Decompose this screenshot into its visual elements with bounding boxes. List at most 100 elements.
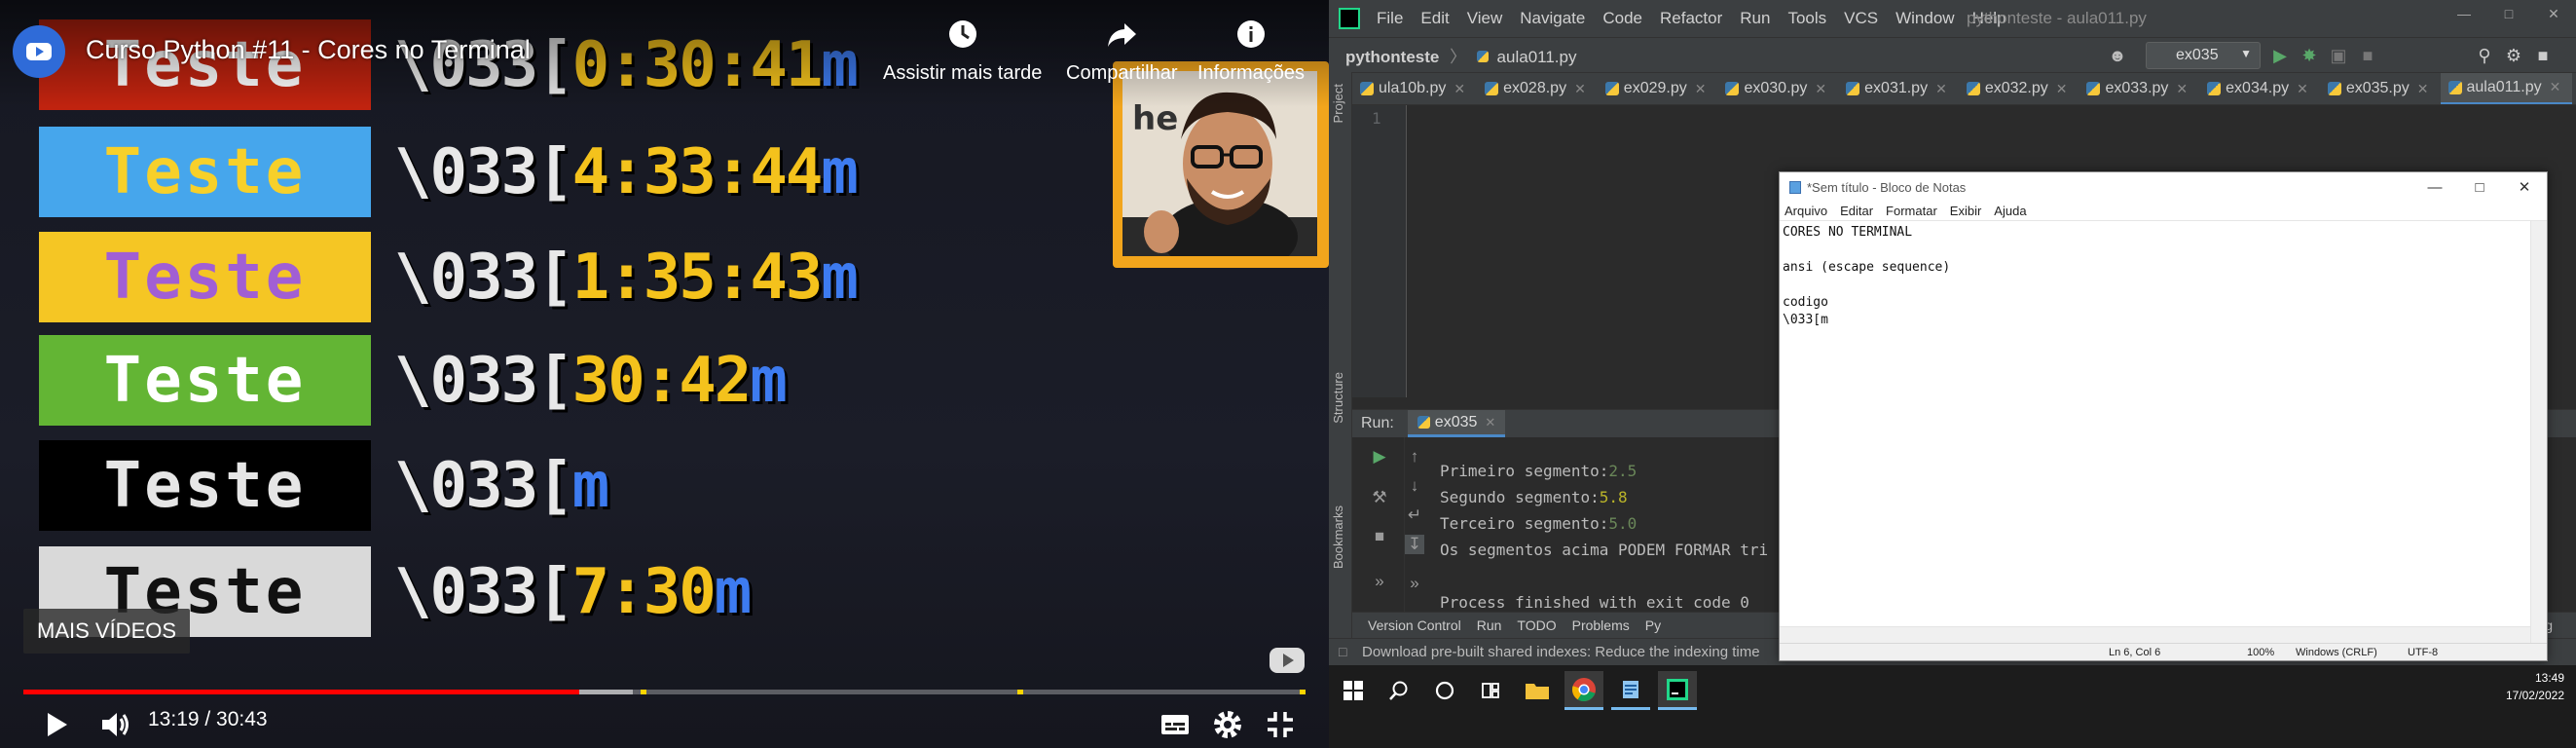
cortana-button[interactable]: [1425, 671, 1464, 710]
notepad-menu-item[interactable]: Editar: [1835, 204, 1881, 218]
notepad-titlebar[interactable]: *Sem título - Bloco de Notas — □ ✕: [1780, 172, 2547, 202]
menu-run[interactable]: Run: [1731, 9, 1779, 28]
horizontal-scrollbar[interactable]: [1780, 626, 2530, 643]
editor-tab[interactable]: ex032.py ✕: [1959, 73, 2079, 104]
run-icon[interactable]: ▶: [2270, 46, 2290, 65]
menu-navigate[interactable]: Navigate: [1511, 9, 1594, 28]
minimize-icon[interactable]: —: [2412, 172, 2457, 202]
close-icon[interactable]: ✕: [1815, 81, 1826, 97]
structure-tool-tab[interactable]: Structure: [1331, 372, 1345, 424]
scroll-down-icon[interactable]: ↓: [1405, 476, 1424, 496]
channel-avatar[interactable]: [13, 25, 65, 78]
file-explorer-button[interactable]: [1518, 671, 1557, 710]
bottom-tool-tab[interactable]: Run: [1477, 617, 1502, 633]
soft-wrap-icon[interactable]: ↵: [1405, 505, 1424, 525]
close-icon[interactable]: ✕: [1695, 81, 1707, 97]
close-icon[interactable]: ✕: [2176, 81, 2188, 97]
close-icon[interactable]: ✕: [2297, 81, 2308, 97]
editor-tab[interactable]: ex028.py ✕: [1477, 73, 1598, 104]
menu-view[interactable]: View: [1458, 9, 1512, 28]
vertical-scrollbar[interactable]: [2530, 221, 2547, 644]
info-button[interactable]: Informações: [1197, 18, 1305, 85]
wrench-icon[interactable]: ⚒: [1370, 488, 1389, 507]
pycharm-taskbar-button[interactable]: [1658, 671, 1697, 710]
stop-icon[interactable]: ■: [1370, 527, 1389, 546]
taskbar-clock[interactable]: 13:49 17/02/2022: [2506, 669, 2564, 704]
search-button[interactable]: [1380, 671, 1418, 710]
menu-file[interactable]: File: [1368, 9, 1412, 28]
close-icon[interactable]: ✕: [2417, 81, 2429, 97]
menu-tools[interactable]: Tools: [1779, 9, 1835, 28]
notepad-taskbar-button[interactable]: [1611, 671, 1650, 710]
subtitles-button[interactable]: [1159, 703, 1192, 746]
notepad-menu-item[interactable]: Formatar: [1881, 204, 1945, 218]
notepad-menu-item[interactable]: Exibir: [1945, 204, 1990, 218]
editor-tab[interactable]: ex034.py ✕: [2199, 73, 2320, 104]
close-icon[interactable]: ✕: [1574, 81, 1586, 97]
project-tool-tab[interactable]: Project: [1331, 84, 1345, 123]
menu-vcs[interactable]: VCS: [1835, 9, 1887, 28]
editor-tab[interactable]: ula10b.py ✕: [1352, 73, 1477, 104]
notepad-menu-item[interactable]: Ajuda: [1989, 204, 2034, 218]
menu-window[interactable]: Window: [1887, 9, 1963, 28]
start-button[interactable]: [1334, 671, 1373, 710]
settings-button[interactable]: [1211, 703, 1244, 746]
menu-code[interactable]: Code: [1594, 9, 1651, 28]
search-icon[interactable]: ⚲: [2475, 46, 2494, 65]
editor-tab[interactable]: ex035.py ✕: [2320, 73, 2441, 104]
progress-bar[interactable]: [23, 690, 1306, 694]
breadcrumb[interactable]: pythonteste 〉 aula011.py: [1345, 43, 1576, 67]
notepad-menu-item[interactable]: Arquivo: [1780, 204, 1835, 218]
console-output[interactable]: Primeiro segmento:2.5 Segundo segmento:5…: [1440, 437, 1768, 616]
breadcrumb-project[interactable]: pythonteste: [1345, 48, 1439, 66]
bottom-tool-tab[interactable]: Problems: [1572, 617, 1630, 633]
menu-edit[interactable]: Edit: [1412, 9, 1457, 28]
run-tab[interactable]: ex035 ✕: [1407, 410, 1506, 437]
breadcrumb-file[interactable]: aula011.py: [1497, 48, 1577, 66]
volume-button[interactable]: [98, 703, 131, 746]
miniplayer-icon[interactable]: [1269, 645, 1306, 676]
scroll-to-end-icon[interactable]: ↧: [1405, 535, 1424, 554]
status-message[interactable]: Download pre-built shared indexes: Reduc…: [1362, 644, 1760, 660]
close-icon[interactable]: ✕: [1485, 415, 1495, 430]
video-title[interactable]: Curso Python #11 - Cores no Terminal: [86, 35, 531, 65]
share-button[interactable]: Compartilhar: [1066, 18, 1177, 85]
editor-tab[interactable]: ex033.py ✕: [2079, 73, 2199, 104]
run-config-select[interactable]: ex035 ▼: [2146, 42, 2261, 69]
coverage-icon[interactable]: ▣: [2329, 46, 2348, 65]
task-view-button[interactable]: [1471, 671, 1510, 710]
bottom-tool-tab[interactable]: Version Control: [1368, 617, 1461, 633]
close-icon[interactable]: ✕: [1935, 81, 1947, 97]
bottom-tool-tab[interactable]: Py: [1645, 617, 1661, 633]
minimize-icon[interactable]: —: [2442, 0, 2486, 27]
more-icon[interactable]: »: [1405, 574, 1424, 593]
play-button[interactable]: [39, 703, 72, 746]
notepad-text-area[interactable]: CORES NO TERMINAL ansi (escape sequence)…: [1783, 224, 1950, 329]
settings-icon[interactable]: ⚙: [2504, 46, 2523, 65]
editor-tab[interactable]: ex031.py ✕: [1838, 73, 1959, 104]
more-icon[interactable]: »: [1370, 572, 1389, 591]
maximize-icon[interactable]: □: [2457, 172, 2502, 202]
close-icon[interactable]: ✕: [2502, 172, 2547, 202]
close-icon[interactable]: ✕: [2531, 0, 2576, 27]
close-icon[interactable]: ✕: [2056, 81, 2068, 97]
watch-later-button[interactable]: Assistir mais tarde: [883, 18, 1042, 85]
close-icon[interactable]: ✕: [2550, 79, 2561, 95]
menu-refactor[interactable]: Refactor: [1651, 9, 1731, 28]
notepad-window[interactable]: *Sem título - Bloco de Notas — □ ✕ Arqui…: [1779, 171, 2548, 661]
editor-tab[interactable]: aula011.py ✕: [2440, 73, 2573, 104]
video-player[interactable]: Teste\033[0:30:41mTeste\033[4:33:44mTest…: [0, 0, 1329, 748]
exit-fullscreen-button[interactable]: [1264, 703, 1297, 746]
maximize-icon[interactable]: □: [2486, 0, 2531, 27]
more-videos-button[interactable]: MAIS VÍDEOS: [23, 609, 191, 654]
chrome-button[interactable]: [1564, 671, 1603, 710]
bookmarks-tool-tab[interactable]: Bookmarks: [1331, 505, 1345, 569]
user-icon[interactable]: ☻: [2108, 46, 2127, 65]
close-icon[interactable]: ✕: [1454, 81, 1465, 97]
scroll-up-icon[interactable]: ↑: [1405, 447, 1424, 467]
editor-tab[interactable]: ex029.py ✕: [1598, 73, 1718, 104]
rerun-icon[interactable]: ▶: [1370, 447, 1389, 467]
stop-icon[interactable]: ■: [2358, 46, 2377, 65]
editor-tab[interactable]: ex030.py ✕: [1717, 73, 1838, 104]
pycharm-small-icon[interactable]: ■: [2533, 46, 2553, 65]
